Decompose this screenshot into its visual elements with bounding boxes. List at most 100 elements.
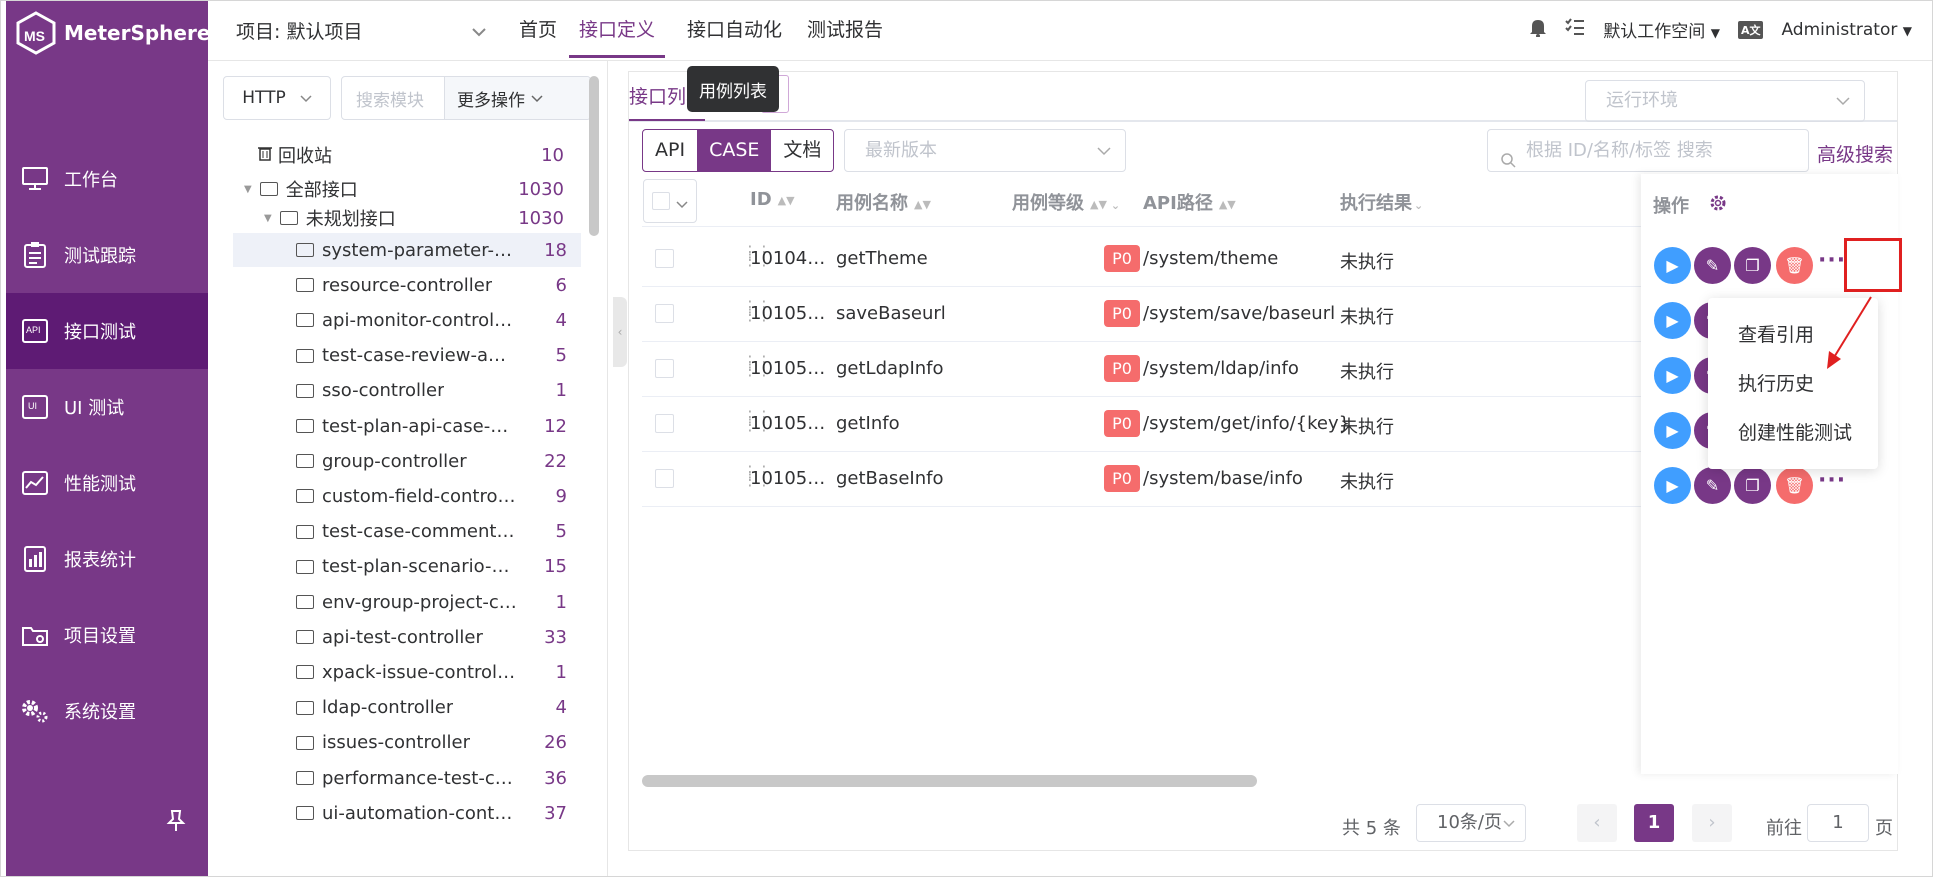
column-id[interactable]: ID ▲▼ <box>750 189 795 210</box>
column-result[interactable]: 执行结果 ⌄ <box>1340 189 1423 215</box>
edit-button[interactable]: ✎ <box>1694 467 1731 504</box>
bell-icon[interactable] <box>1529 17 1547 42</box>
folder-icon <box>296 735 314 750</box>
row-checkbox[interactable] <box>655 469 674 488</box>
filter-icon[interactable]: ⌄ <box>1414 199 1423 212</box>
run-button[interactable]: ▶ <box>1654 412 1691 449</box>
segment-api[interactable]: API <box>643 130 697 171</box>
column-label: 用例等级 <box>1012 193 1084 214</box>
module-search-input[interactable]: 搜索模块 <box>342 86 444 111</box>
sidebar-item-performance-test[interactable]: 性能测试 <box>6 445 208 521</box>
tree-node-module[interactable]: issues-controller 26 <box>233 726 581 760</box>
pin-icon[interactable] <box>166 809 186 839</box>
copy-button[interactable]: ❐ <box>1734 467 1771 504</box>
tree-scrollbar[interactable] <box>589 76 599 236</box>
tree-node-module[interactable]: group-controller 22 <box>233 444 581 478</box>
module-search: 搜索模块 更多操作 <box>341 76 591 120</box>
language-icon[interactable]: A文 <box>1737 20 1764 39</box>
environment-select[interactable]: 运行环境 <box>1585 80 1865 122</box>
tree-node-count: 12 <box>544 415 567 437</box>
sidebar-item-report[interactable]: 报表统计 <box>6 521 208 597</box>
tree-node-count: 6 <box>555 274 567 296</box>
horizontal-scrollbar[interactable] <box>642 775 1257 787</box>
prev-page-button[interactable]: ‹ <box>1577 804 1617 842</box>
sidebar-item-workbench[interactable]: 工作台 <box>6 141 208 217</box>
next-page-button[interactable]: › <box>1692 804 1732 842</box>
more-actions-button[interactable]: ··· <box>1818 468 1846 493</box>
nav-test-report[interactable]: 测试报告 <box>807 1 883 58</box>
delete-button[interactable]: 🗑 <box>1776 467 1813 504</box>
tree-node-module[interactable]: xpack-issue-controller 1 <box>233 655 581 689</box>
run-button[interactable]: ▶ <box>1654 467 1691 504</box>
sidebar-item-test-track[interactable]: 测试跟踪 <box>6 217 208 293</box>
column-name[interactable]: 用例名称 ▲▼ <box>836 189 931 215</box>
more-operations-button[interactable]: 更多操作 <box>444 77 590 119</box>
tree-node-module[interactable]: sso-controller 1 <box>233 374 581 408</box>
caret-down-icon: ▼ <box>244 183 252 195</box>
tree-node-module[interactable]: test-case-comment-controller 5 <box>233 515 581 549</box>
version-select[interactable]: 最新版本 <box>844 129 1126 172</box>
tree-node-module[interactable]: api-test-controller 33 <box>233 620 581 654</box>
tree-node-label: api-test-controller <box>322 626 483 648</box>
segment-case[interactable]: CASE <box>697 130 772 171</box>
user-menu[interactable]: Administrator ▼ <box>1781 20 1912 40</box>
nav-home[interactable]: 首页 <box>519 1 557 58</box>
nav-api-automation[interactable]: 接口自动化 <box>687 1 782 58</box>
sidebar-item-system-settings[interactable]: 系统设置 <box>6 673 208 749</box>
tree-node-module[interactable]: test-plan-scenario-case-controller 15 <box>233 550 581 584</box>
row-checkbox[interactable] <box>655 414 674 433</box>
tree-node-module[interactable]: api-monitor-controller 4 <box>233 303 581 337</box>
version-placeholder: 最新版本 <box>865 140 937 161</box>
select-all-dropdown[interactable] <box>643 179 697 223</box>
edit-button[interactable]: ✎ <box>1694 247 1731 284</box>
tree-node-module[interactable]: ui-automation-controller 37 <box>233 796 581 830</box>
case-search-input[interactable]: 根据 ID/名称/标签 搜索 <box>1487 129 1809 172</box>
tree-node-module[interactable]: custom-field-controller 9 <box>233 479 581 513</box>
sort-icon: ▲▼ <box>777 193 795 207</box>
gear-icon[interactable] <box>1709 195 1727 217</box>
collapse-panel-handle[interactable]: ‹ <box>613 297 627 367</box>
cell-result: 未执行 <box>1340 472 1394 493</box>
select-all-checkbox[interactable] <box>652 192 670 210</box>
tree-node-module[interactable]: performance-test-controller 36 <box>233 761 581 795</box>
tree-node-module[interactable]: env-group-project-controller 1 <box>233 585 581 619</box>
tree-node-module[interactable]: test-plan-api-case-controller 12 <box>233 409 581 443</box>
workspace-selector[interactable]: 默认工作空间 ▼ <box>1603 17 1720 42</box>
advanced-search-link[interactable]: 高级搜索 <box>1817 140 1893 167</box>
run-button[interactable]: ▶ <box>1654 357 1691 394</box>
segment-doc[interactable]: 文档 <box>771 130 833 171</box>
tree-node-module[interactable]: resource-controller 6 <box>233 268 581 302</box>
more-actions-button[interactable]: ··· <box>1818 248 1846 273</box>
tree-node-module[interactable]: system-parameter-controller 18 <box>233 233 581 267</box>
column-path[interactable]: API路径 ▲▼ <box>1143 189 1236 215</box>
menu-item-execution-history[interactable]: 执行历史 <box>1738 369 1814 396</box>
run-button[interactable]: ▶ <box>1654 302 1691 339</box>
tree-node-unplanned[interactable]: ▼ 未规划接口 1030 <box>208 201 578 235</box>
tree-node-recycle[interactable]: 回收站 10 <box>208 138 578 172</box>
page-1-button[interactable]: 1 <box>1634 804 1674 842</box>
menu-item-create-performance-test[interactable]: 创建性能测试 <box>1738 418 1852 445</box>
sidebar-item-ui-test[interactable]: UI UI 测试 <box>6 369 208 445</box>
sidebar-item-api-test[interactable]: API 接口测试 <box>6 293 208 369</box>
checklist-icon[interactable] <box>1565 18 1585 41</box>
sidebar-item-project-settings[interactable]: 项目设置 <box>6 597 208 673</box>
delete-button[interactable]: 🗑 <box>1776 247 1813 284</box>
column-label: 用例名称 <box>836 193 908 214</box>
tree-node-label: 回收站 <box>278 146 332 167</box>
run-button[interactable]: ▶ <box>1654 247 1691 284</box>
page-size-select[interactable]: 10条/页 <box>1416 804 1526 842</box>
protocol-select[interactable]: HTTP <box>223 76 331 120</box>
tree-node-module[interactable]: ldap-controller 4 <box>233 691 581 725</box>
row-checkbox[interactable] <box>655 249 674 268</box>
tree-node-module[interactable]: test-case-review-api-case-controller 5 <box>233 339 581 373</box>
column-level[interactable]: 用例等级 ▲▼ ⌄ <box>1012 189 1120 215</box>
menu-item-view-references[interactable]: 查看引用 <box>1738 320 1814 347</box>
nav-api-definition[interactable]: 接口定义 <box>569 1 666 58</box>
project-selector[interactable]: 项目: 默认项目 <box>236 17 486 44</box>
filter-icon[interactable]: ⌄ <box>1111 199 1120 212</box>
row-checkbox[interactable] <box>655 359 674 378</box>
copy-button[interactable]: ❐ <box>1734 247 1771 284</box>
row-checkbox[interactable] <box>655 304 674 323</box>
goto-page-input[interactable]: 1 <box>1807 804 1869 842</box>
search-placeholder: 根据 ID/名称/标签 搜索 <box>1526 140 1713 161</box>
